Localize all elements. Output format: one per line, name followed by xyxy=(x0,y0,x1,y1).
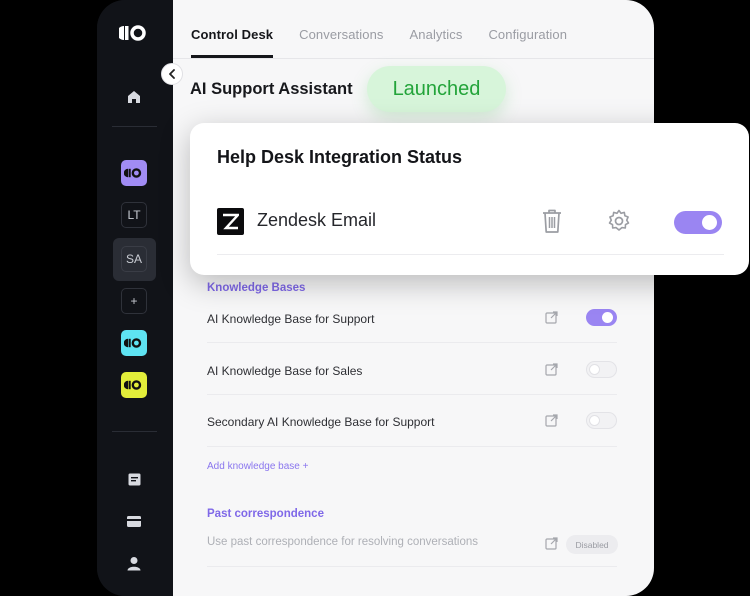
zendesk-logo-icon xyxy=(217,208,244,235)
tab-configuration[interactable]: Configuration xyxy=(488,0,567,58)
external-link-icon[interactable] xyxy=(545,363,558,381)
integration-status-card: Help Desk Integration Status Zendesk Ema… xyxy=(190,123,749,275)
past-correspondence-description: Use past correspondence for resolving co… xyxy=(207,536,479,548)
trash-icon[interactable] xyxy=(540,208,564,239)
tab-conversations[interactable]: Conversations xyxy=(299,0,383,58)
brand-logo-icon[interactable] xyxy=(119,20,149,46)
workspace-logo-icon[interactable] xyxy=(121,160,147,186)
toggle-knob xyxy=(602,312,613,323)
knowledge-base-label: AI Knowledge Base for Sales xyxy=(207,364,363,378)
workspace-logo-icon[interactable] xyxy=(121,372,147,398)
tab-bar: Control Desk Conversations Analytics Con… xyxy=(191,0,567,58)
toggle-knob xyxy=(589,364,600,375)
row-divider xyxy=(207,566,617,567)
sidebar-divider xyxy=(112,126,157,127)
toggle-knob xyxy=(589,415,600,426)
knowledge-base-toggle[interactable] xyxy=(586,361,617,378)
document-icon[interactable] xyxy=(121,466,147,492)
row-divider xyxy=(207,342,617,343)
knowledge-base-label: Secondary AI Knowledge Base for Support xyxy=(207,415,435,429)
integration-toggle[interactable] xyxy=(674,211,722,234)
status-badge-disabled: Disabled xyxy=(566,535,618,554)
user-icon[interactable] xyxy=(121,550,147,576)
workspace-initials-label: SA xyxy=(125,252,142,266)
plus-icon: + xyxy=(130,294,138,308)
status-badge: Launched xyxy=(367,66,506,112)
sidebar: LT SA + xyxy=(97,0,173,596)
gear-icon[interactable] xyxy=(607,209,631,238)
card-divider xyxy=(217,254,724,255)
card-title: Help Desk Integration Status xyxy=(217,147,463,167)
workspace-initials-sa[interactable]: SA xyxy=(121,246,147,272)
credit-card-icon[interactable] xyxy=(121,508,147,534)
external-link-icon[interactable] xyxy=(545,311,558,329)
tab-analytics[interactable]: Analytics xyxy=(410,0,463,58)
knowledge-base-toggle[interactable] xyxy=(586,309,617,326)
add-knowledge-base-link[interactable]: Add knowledge base + xyxy=(207,461,308,472)
collapse-sidebar-button[interactable] xyxy=(161,63,183,85)
external-link-icon[interactable] xyxy=(545,414,558,432)
workspace-initials-label: LT xyxy=(127,208,141,222)
knowledge-base-toggle[interactable] xyxy=(586,412,617,429)
tab-control-desk[interactable]: Control Desk xyxy=(191,0,274,58)
row-divider xyxy=(207,394,617,395)
add-workspace-button[interactable]: + xyxy=(121,288,147,314)
chevron-left-icon xyxy=(169,69,175,79)
external-link-icon[interactable] xyxy=(545,537,558,555)
page-title: AI Support Assistant xyxy=(190,80,353,98)
past-correspondence-heading: Past correspondence xyxy=(207,508,324,520)
row-divider xyxy=(207,446,617,447)
tab-divider xyxy=(173,58,654,59)
sidebar-divider xyxy=(112,431,157,432)
workspace-initials-lt[interactable]: LT xyxy=(121,202,147,228)
integration-name: Zendesk Email xyxy=(257,210,377,230)
toggle-knob xyxy=(702,215,717,230)
home-icon[interactable] xyxy=(121,84,147,110)
knowledge-bases-heading: Knowledge Bases xyxy=(207,282,306,294)
knowledge-base-label: AI Knowledge Base for Support xyxy=(207,312,375,326)
workspace-logo-icon[interactable] xyxy=(121,330,147,356)
